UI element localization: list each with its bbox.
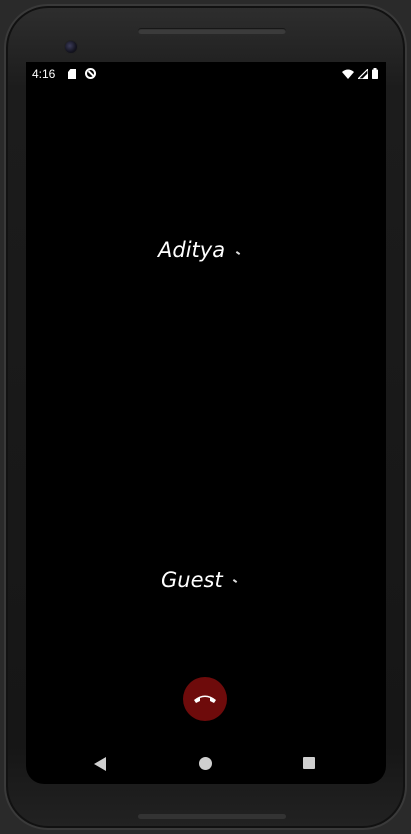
phone-hangup-icon <box>194 695 216 703</box>
earpiece-speaker <box>138 28 286 34</box>
end-call-button[interactable] <box>183 677 227 721</box>
audio-indicator-icon <box>235 251 241 255</box>
status-icons-right <box>342 68 378 79</box>
wifi-icon <box>342 69 354 79</box>
bottom-speaker <box>138 814 286 819</box>
battery-icon <box>372 68 378 79</box>
dnd-icon <box>85 68 96 79</box>
recents-icon[interactable] <box>303 757 315 769</box>
audio-indicator-icon <box>232 579 238 583</box>
status-time: 4:16 <box>32 67 56 81</box>
status-bar: 4:16 <box>26 62 386 86</box>
navigation-bar <box>26 746 386 780</box>
participant-name-top: Aditya <box>158 238 226 262</box>
sd-card-icon <box>68 69 76 79</box>
home-icon[interactable] <box>199 757 212 770</box>
front-camera-icon <box>64 40 78 54</box>
signal-icon <box>358 68 368 79</box>
screen: 4:16 Aditya Guest <box>26 62 386 784</box>
participant-name-bottom: Guest <box>161 568 223 592</box>
back-icon[interactable] <box>94 757 106 771</box>
